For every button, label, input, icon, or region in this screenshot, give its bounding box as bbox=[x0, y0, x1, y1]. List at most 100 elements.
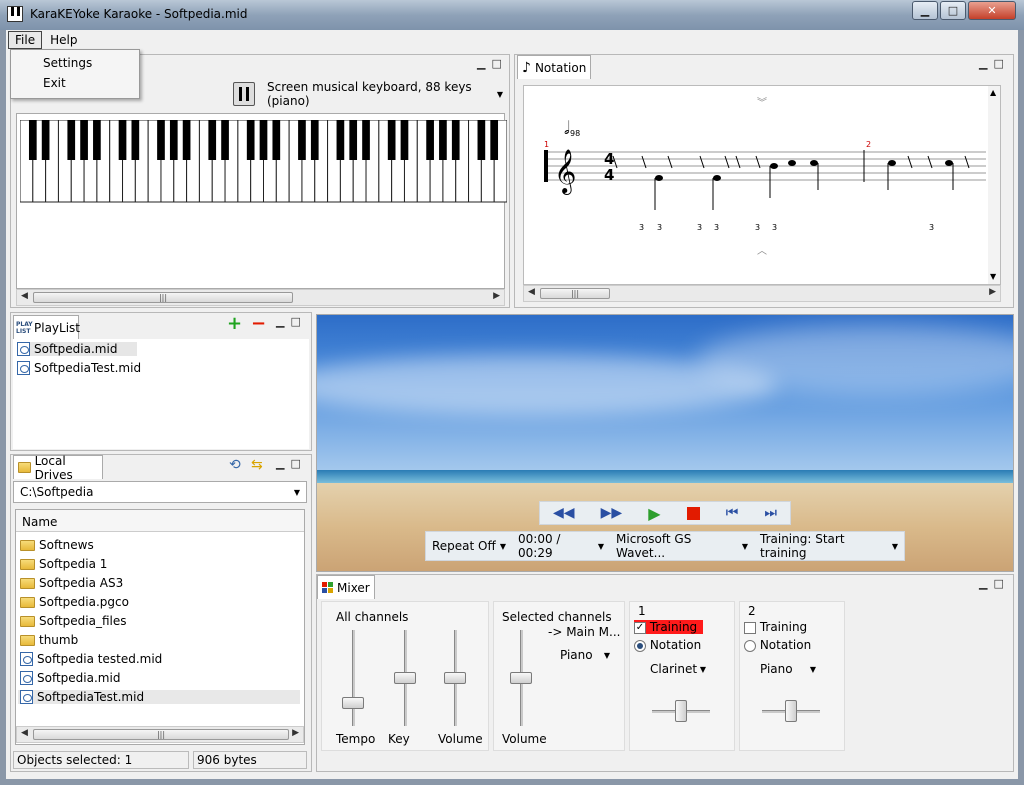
slider-track[interactable] bbox=[352, 630, 355, 726]
file-row[interactable]: thumb bbox=[20, 633, 78, 647]
file-row[interactable]: SoftpediaTest.mid bbox=[18, 690, 300, 704]
fast-forward-icon[interactable]: ▶▶ bbox=[601, 505, 623, 521]
play-icon[interactable]: ▶ bbox=[648, 504, 660, 523]
file-row[interactable]: Softpedia tested.mid bbox=[20, 652, 162, 666]
panel-controls[interactable]: ▁□ bbox=[477, 57, 508, 70]
maximize-button[interactable]: □ bbox=[940, 1, 966, 20]
chevron-down-icon: ▼ bbox=[891, 541, 898, 551]
skip-previous-icon[interactable]: ⏮ bbox=[726, 505, 739, 521]
scroll-left-icon[interactable]: ◀ bbox=[21, 291, 28, 301]
measure-number: 1 bbox=[544, 140, 550, 149]
scroll-right-icon[interactable]: ▶ bbox=[292, 728, 299, 738]
selected-volume-thumb[interactable] bbox=[510, 672, 532, 684]
selected-channels-group: Selected channels -> Main M... Piano ▼ Vo… bbox=[493, 601, 625, 751]
tab-mixer-label: Mixer bbox=[337, 580, 370, 595]
path-select[interactable]: C:\Softpedia ▼ bbox=[13, 481, 307, 503]
skip-next-icon[interactable]: ⏭ bbox=[764, 505, 777, 521]
notation-vscroll[interactable]: ▲ ▼ bbox=[988, 86, 1000, 284]
panel-controls[interactable]: ▁□ bbox=[979, 577, 1010, 590]
selected-instrument-select[interactable]: Piano ▼ bbox=[554, 644, 616, 666]
scroll-left-icon[interactable]: ◀ bbox=[21, 728, 28, 738]
panel-controls[interactable]: ▁□ bbox=[276, 315, 307, 328]
keyboard-selector[interactable]: Screen musical keyboard, 88 keys (piano)… bbox=[261, 80, 509, 108]
triplet-mark: 3 bbox=[929, 223, 935, 232]
scroll-right-icon[interactable]: ▶ bbox=[989, 287, 996, 297]
black-key bbox=[477, 120, 486, 160]
channel-instrument-label: Clarinet bbox=[650, 662, 698, 676]
panel-controls[interactable]: ▁□ bbox=[276, 457, 307, 470]
status-size: 906 bytes bbox=[193, 751, 307, 769]
menu-help[interactable]: Help bbox=[44, 32, 83, 48]
keyboard-hscroll[interactable]: ◀ ||| ▶ bbox=[16, 289, 505, 306]
tab-playlist[interactable]: PLAY LIST PlayList bbox=[13, 315, 80, 339]
tab-mixer[interactable]: Mixer bbox=[317, 575, 375, 599]
sync-icon[interactable]: ⇆ bbox=[251, 457, 263, 473]
rewind-icon[interactable]: ◀◀ bbox=[553, 505, 575, 521]
scroll-thumb[interactable]: ||| bbox=[540, 288, 610, 299]
slider-thumb[interactable] bbox=[342, 697, 364, 710]
scroll-thumb[interactable]: ||| bbox=[33, 292, 293, 303]
channel-volume-thumb[interactable] bbox=[785, 700, 797, 722]
stop-icon[interactable] bbox=[686, 506, 700, 520]
triplet-mark: 3 bbox=[755, 223, 761, 232]
slider-thumb[interactable] bbox=[444, 672, 466, 684]
scroll-up-icon[interactable]: ▲ bbox=[990, 88, 996, 97]
file-row[interactable]: Softnews bbox=[20, 538, 94, 552]
scroll-thumb[interactable]: ||| bbox=[33, 729, 289, 740]
remove-icon[interactable]: − bbox=[251, 313, 266, 334]
time-select[interactable]: 00:00 / 00:29 ▼ bbox=[512, 532, 610, 560]
piano-icon[interactable] bbox=[233, 82, 255, 106]
file-hscroll[interactable]: ◀ ||| ▶ bbox=[16, 726, 304, 743]
tab-local-drives[interactable]: Local Drives bbox=[13, 454, 103, 482]
collapse-down-icon: ︿ bbox=[757, 246, 767, 257]
radio-icon[interactable] bbox=[634, 639, 646, 652]
black-key bbox=[272, 120, 281, 160]
scroll-right-icon[interactable]: ▶ bbox=[493, 291, 500, 301]
menu-item-settings[interactable]: Settings bbox=[11, 53, 139, 73]
slider-thumb[interactable] bbox=[394, 672, 416, 684]
scroll-down-icon[interactable]: ▼ bbox=[990, 272, 996, 281]
list-item[interactable]: SoftpediaTest.mid bbox=[17, 361, 141, 375]
channel-instrument-select[interactable]: Clarinet ▼ bbox=[644, 658, 712, 680]
scroll-left-icon[interactable]: ◀ bbox=[528, 287, 535, 297]
menu-file[interactable]: File bbox=[8, 31, 43, 49]
refresh-drive-icon[interactable]: ⟲ bbox=[229, 457, 241, 473]
piano-keyboard[interactable] bbox=[20, 120, 507, 210]
minimize-button[interactable]: ▁ bbox=[912, 1, 938, 20]
file-row[interactable]: Softpedia.pgco bbox=[20, 595, 129, 609]
checkbox-icon[interactable]: ✓ bbox=[634, 621, 646, 634]
notation-area: ︾ 𝄞 𝅗𝅥 ︿ 98 4 4 1 2 3 3 3 3 3 3 3 ▲ ▼ bbox=[523, 85, 1001, 285]
training-checkbox[interactable]: ✓ Training bbox=[634, 620, 704, 634]
training-checkbox[interactable]: Training bbox=[744, 620, 807, 634]
training-label: Training bbox=[649, 620, 698, 634]
tab-notation[interactable]: ♪ Notation bbox=[517, 55, 591, 79]
channel-volume-thumb[interactable] bbox=[675, 700, 687, 722]
add-icon[interactable]: + bbox=[227, 313, 242, 334]
all-channels-group: All channels Tempo Key Volume bbox=[321, 601, 489, 751]
radio-icon[interactable] bbox=[744, 639, 756, 652]
file-row[interactable]: Softpedia AS3 bbox=[20, 576, 123, 590]
midi-file-icon bbox=[20, 671, 33, 685]
notation-radio[interactable]: Notation bbox=[634, 638, 701, 652]
close-button[interactable]: ✕ bbox=[968, 1, 1016, 20]
channel-instrument-select[interactable]: Piano ▼ bbox=[754, 658, 822, 680]
file-row[interactable]: Softpedia.mid bbox=[20, 671, 120, 685]
list-item[interactable]: Softpedia.mid bbox=[17, 342, 138, 356]
chevron-down-icon: ▼ bbox=[293, 487, 300, 497]
panel-controls[interactable]: ▁□ bbox=[979, 57, 1010, 70]
training-select[interactable]: Training: Start training ▼ bbox=[754, 532, 904, 560]
selected-volume-label: Volume bbox=[502, 732, 547, 746]
notation-hscroll[interactable]: ◀ ||| ▶ bbox=[523, 285, 1001, 302]
slider-label: Volume bbox=[438, 732, 483, 746]
repeat-select[interactable]: Repeat Off ▼ bbox=[426, 535, 512, 557]
file-row[interactable]: Softpedia 1 bbox=[20, 557, 107, 571]
notation-radio[interactable]: Notation bbox=[744, 638, 811, 652]
device-select[interactable]: Microsoft GS Wavet... ▼ bbox=[610, 532, 754, 560]
training-label: Training bbox=[759, 620, 808, 634]
menu-item-exit[interactable]: Exit bbox=[11, 73, 139, 93]
app-body: ▁□ Screen musical keyboard, 88 keys (pia… bbox=[6, 50, 1018, 779]
checkbox-icon[interactable] bbox=[744, 621, 756, 634]
black-key bbox=[221, 120, 229, 160]
file-row[interactable]: Softpedia_files bbox=[20, 614, 127, 628]
column-header-name[interactable]: Name bbox=[16, 510, 304, 532]
